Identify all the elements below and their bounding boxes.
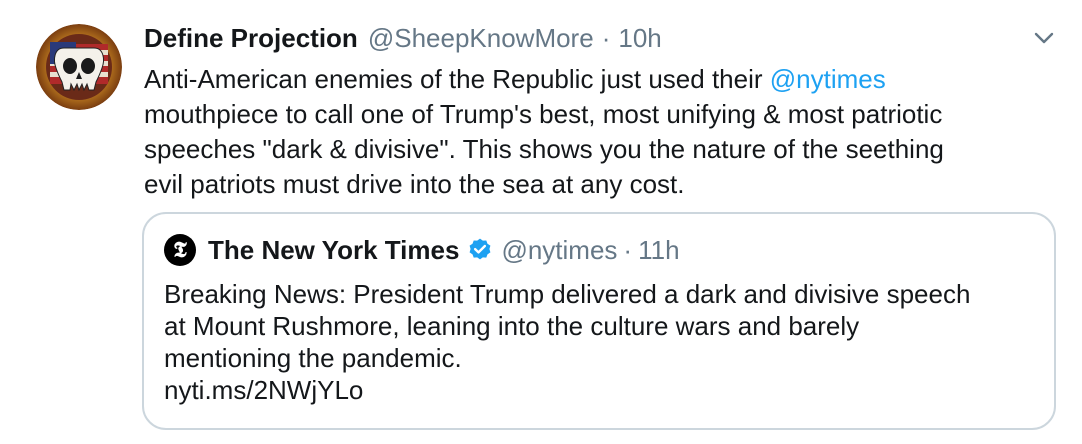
quoted-text-line: Breaking News: President Trump delivered… bbox=[164, 279, 971, 309]
mention-link[interactable]: @nytimes bbox=[770, 64, 886, 94]
display-name[interactable]: Define Projection bbox=[144, 23, 358, 54]
tweet[interactable]: Define Projection @SheepKnowMore · 10h A… bbox=[0, 0, 1082, 444]
quoted-text-line: at Mount Rushmore, leaning into the cult… bbox=[164, 311, 860, 341]
nyt-logo-glyph: 𝕿 bbox=[173, 237, 187, 263]
quoted-tweet-text: Breaking News: President Trump delivered… bbox=[164, 278, 970, 406]
tweet-content: Define Projection @SheepKnowMore · 10h A… bbox=[144, 16, 1044, 202]
tweet-timestamp[interactable]: 10h bbox=[618, 23, 661, 54]
quoted-display-name[interactable]: The New York Times bbox=[208, 235, 459, 266]
separator-dot: · bbox=[623, 234, 633, 265]
quoted-tweet-timestamp[interactable]: 11h bbox=[638, 235, 679, 266]
tweet-text-line: evil patriots must drive into the sea at… bbox=[144, 169, 685, 199]
tweet-text-line: speeches "dark & divisive". This shows y… bbox=[144, 134, 944, 164]
nyt-logo-icon[interactable]: 𝕿 bbox=[164, 234, 196, 266]
tweet-text-line: mouthpiece to call one of Trump's best, … bbox=[144, 99, 943, 129]
tweet-text-segment: Anti-American enemies of the Republic ju… bbox=[144, 64, 770, 94]
punisher-skull-avatar-icon bbox=[36, 24, 122, 110]
quoted-user-handle[interactable]: @nytimes bbox=[501, 235, 617, 266]
tweet-header: Define Projection @SheepKnowMore · 10h bbox=[144, 16, 1044, 60]
quoted-tweet[interactable]: 𝕿 The New York Times @nytimes · 11h Brea… bbox=[142, 212, 1056, 430]
avatar[interactable] bbox=[36, 24, 122, 110]
quoted-text-line: mentioning the pandemic. bbox=[164, 343, 462, 373]
quoted-link[interactable]: nyti.ms/2NWjYLo bbox=[164, 374, 970, 406]
tweet-text-line: Anti-American enemies of the Republic ju… bbox=[144, 62, 1044, 97]
verified-badge-icon bbox=[467, 237, 493, 263]
user-handle[interactable]: @SheepKnowMore bbox=[368, 23, 594, 54]
quoted-tweet-header: 𝕿 The New York Times @nytimes · 11h bbox=[164, 230, 680, 270]
chevron-down-icon[interactable] bbox=[1030, 24, 1058, 52]
tweet-text: Anti-American enemies of the Republic ju… bbox=[144, 62, 1044, 202]
separator-dot: · bbox=[601, 22, 611, 53]
